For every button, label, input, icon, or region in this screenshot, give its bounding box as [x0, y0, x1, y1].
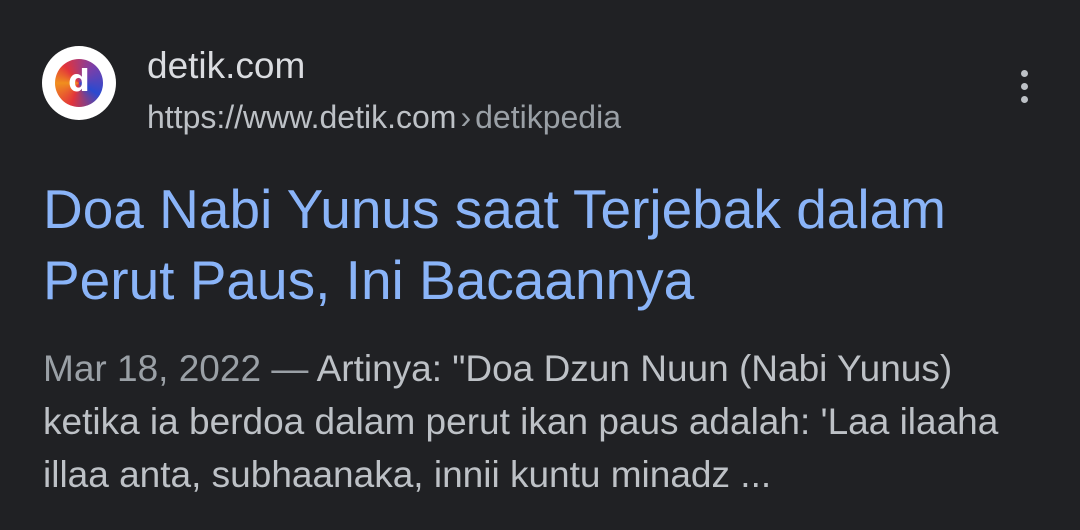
url-breadcrumb: detikpedia	[475, 99, 621, 135]
url-text: https://www.detik.com	[147, 99, 457, 135]
more-vert-icon-dot	[1020, 95, 1028, 103]
site-name[interactable]: detik.com	[147, 44, 305, 88]
date-dash: —	[271, 348, 309, 389]
site-favicon[interactable]: d	[42, 46, 116, 120]
favicon-letter: d	[68, 63, 90, 99]
url-separator: ›	[460, 99, 472, 135]
result-title-link[interactable]: Doa Nabi Yunus saat Terjebak dalam Perut…	[43, 174, 1043, 316]
site-url[interactable]: https://www.detik.com › detikpedia	[147, 97, 621, 137]
search-result-card: d detik.com https://www.detik.com › detikp…	[0, 0, 1080, 530]
result-date: Mar 18, 2022	[43, 348, 262, 389]
more-vert-icon	[1020, 69, 1028, 77]
detik-logo-icon: d	[55, 59, 103, 107]
more-options-button[interactable]	[1004, 64, 1044, 108]
more-vert-icon-dot	[1020, 82, 1028, 90]
result-snippet: Mar 18, 2022 — Artinya: "Doa Dzun Nuun (…	[43, 342, 1043, 501]
